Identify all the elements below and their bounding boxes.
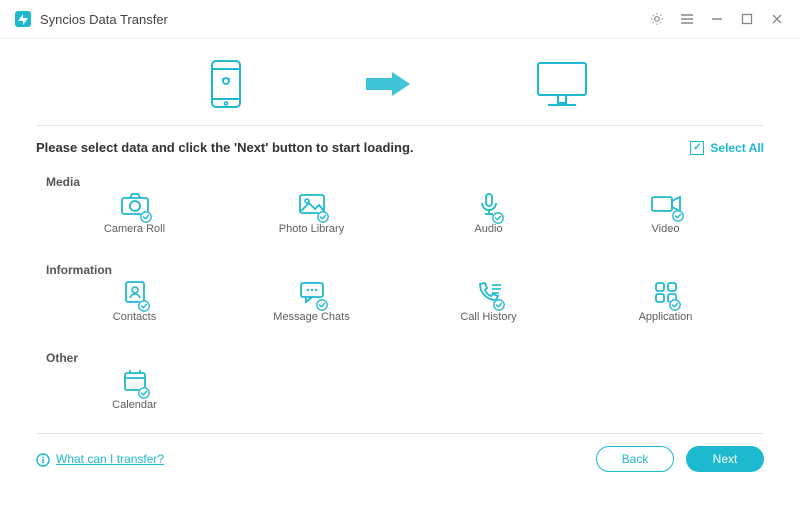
item-label: Contacts (113, 311, 156, 323)
select-all-label: Select All (710, 141, 764, 155)
item-label: Message Chats (273, 311, 349, 323)
help-link[interactable]: What can I transfer? (36, 452, 164, 467)
menu-button[interactable] (676, 8, 698, 30)
back-button-label: Back (622, 452, 649, 466)
item-label: Application (639, 311, 693, 323)
contacts-icon (122, 279, 148, 310)
maximize-icon (741, 13, 753, 25)
settings-button[interactable] (646, 8, 668, 30)
item-label: Audio (474, 223, 502, 235)
minimize-button[interactable] (706, 8, 728, 30)
group-label-other: Other (46, 351, 764, 365)
target-device-icon (532, 59, 592, 114)
message-chats-icon (298, 280, 326, 309)
group-label-media: Media (46, 175, 764, 189)
item-camera-roll[interactable]: Camera Roll (46, 193, 223, 251)
maximize-button[interactable] (736, 8, 758, 30)
app-logo-icon (14, 10, 32, 28)
select-all-checkbox[interactable]: Select All (690, 141, 764, 155)
back-button[interactable]: Back (596, 446, 674, 472)
item-call-history[interactable]: Call History (400, 281, 577, 339)
close-icon (771, 13, 783, 25)
calendar-icon (122, 368, 148, 397)
info-icon (36, 453, 50, 467)
photo-library-icon (297, 192, 327, 221)
gear-icon (650, 12, 664, 26)
item-label: Video (652, 223, 680, 235)
item-label: Call History (460, 311, 516, 323)
app-title: Syncios Data Transfer (40, 12, 168, 27)
item-application[interactable]: Application (577, 281, 754, 339)
item-message-chats[interactable]: Message Chats (223, 281, 400, 339)
item-audio[interactable]: Audio (400, 193, 577, 251)
next-button[interactable]: Next (686, 446, 764, 472)
item-label: Calendar (112, 399, 157, 411)
item-contacts[interactable]: Contacts (46, 281, 223, 339)
help-link-label: What can I transfer? (56, 452, 164, 466)
device-flow (0, 39, 800, 125)
item-calendar[interactable]: Calendar (46, 369, 223, 427)
checkbox-icon (690, 141, 704, 155)
close-button[interactable] (766, 8, 788, 30)
audio-icon (476, 191, 502, 222)
instruction-text: Please select data and click the 'Next' … (36, 140, 414, 155)
item-label: Camera Roll (104, 223, 165, 235)
camera-roll-icon (120, 192, 150, 221)
item-label: Photo Library (279, 223, 344, 235)
group-label-information: Information (46, 263, 764, 277)
call-history-icon (475, 280, 503, 309)
video-icon (650, 193, 682, 220)
source-device-icon (208, 59, 244, 114)
minimize-icon (711, 13, 723, 25)
titlebar: Syncios Data Transfer (0, 0, 800, 39)
item-photo-library[interactable]: Photo Library (223, 193, 400, 251)
arrow-right-icon (364, 70, 412, 103)
item-video[interactable]: Video (577, 193, 754, 251)
application-icon (653, 280, 679, 309)
menu-icon (680, 12, 694, 26)
next-button-label: Next (713, 452, 738, 466)
